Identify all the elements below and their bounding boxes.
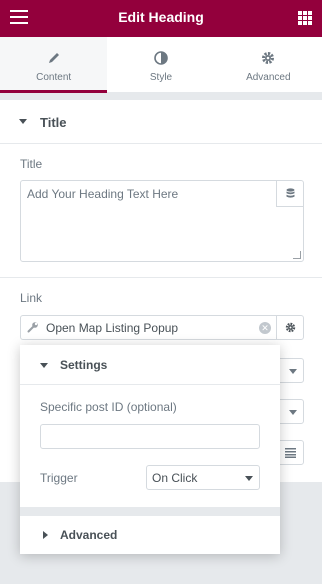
link-value: Open Map Listing Popup <box>46 321 179 335</box>
hidden-select[interactable] <box>276 399 304 424</box>
gear-icon <box>215 51 322 67</box>
wrench-icon <box>27 322 38 333</box>
align-justify-icon <box>285 448 296 458</box>
caret-down-icon <box>289 369 297 374</box>
tab-style-label: Style <box>149 72 173 83</box>
tab-content-label: Content <box>36 72 72 83</box>
tab-style[interactable]: Style <box>107 37 214 92</box>
caret-down-icon <box>289 410 297 415</box>
post-id-label: Specific post ID (optional) <box>40 400 177 414</box>
tab-advanced-label: Advanced <box>246 72 291 83</box>
advanced-heading: Advanced <box>60 528 118 542</box>
link-options-button[interactable] <box>276 315 304 340</box>
hidden-select[interactable] <box>276 358 304 383</box>
link-field-label: Link <box>20 291 43 305</box>
settings-section-toggle[interactable]: Settings <box>20 345 280 385</box>
caret-right-icon <box>43 531 48 539</box>
resize-handle-icon[interactable] <box>293 251 301 259</box>
editor-header: Edit Heading <box>0 0 322 37</box>
title-field-label: Title <box>20 157 43 171</box>
settings-heading: Settings <box>60 358 108 372</box>
clear-icon[interactable]: ✕ <box>259 322 271 334</box>
title-textarea[interactable]: Add Your Heading Text Here <box>20 180 304 262</box>
divider <box>0 277 322 278</box>
align-button[interactable] <box>276 440 304 465</box>
tab-advanced[interactable]: Advanced <box>215 37 322 92</box>
database-icon <box>286 188 295 198</box>
section-title-toggle[interactable]: Title <box>0 100 322 144</box>
advanced-section-toggle[interactable]: Advanced <box>20 516 280 554</box>
trigger-value: On Click <box>152 471 198 485</box>
panel-tabs: Content Style Advanced <box>0 37 322 93</box>
contrast-icon <box>107 51 214 67</box>
title-placeholder: Add Your Heading Text Here <box>27 187 179 201</box>
dynamic-tags-button[interactable] <box>276 181 303 207</box>
dynamic-tag-settings-popover: Settings Specific post ID (optional) Tri… <box>20 345 280 554</box>
gear-icon <box>285 322 296 333</box>
post-id-input[interactable] <box>40 424 260 449</box>
trigger-label: Trigger <box>40 471 78 485</box>
panel-title: Edit Heading <box>118 9 204 25</box>
divider <box>20 507 280 516</box>
trigger-select[interactable]: On Click <box>146 465 260 490</box>
tab-content[interactable]: Content <box>0 37 108 93</box>
section-title: Title <box>40 115 67 130</box>
caret-down-icon <box>19 119 27 124</box>
caret-down-icon <box>245 476 253 481</box>
widgets-grid-icon[interactable] <box>298 11 312 25</box>
link-input[interactable]: Open Map Listing Popup ✕ <box>20 315 277 340</box>
pencil-icon <box>0 51 107 67</box>
caret-down-icon <box>40 363 48 368</box>
